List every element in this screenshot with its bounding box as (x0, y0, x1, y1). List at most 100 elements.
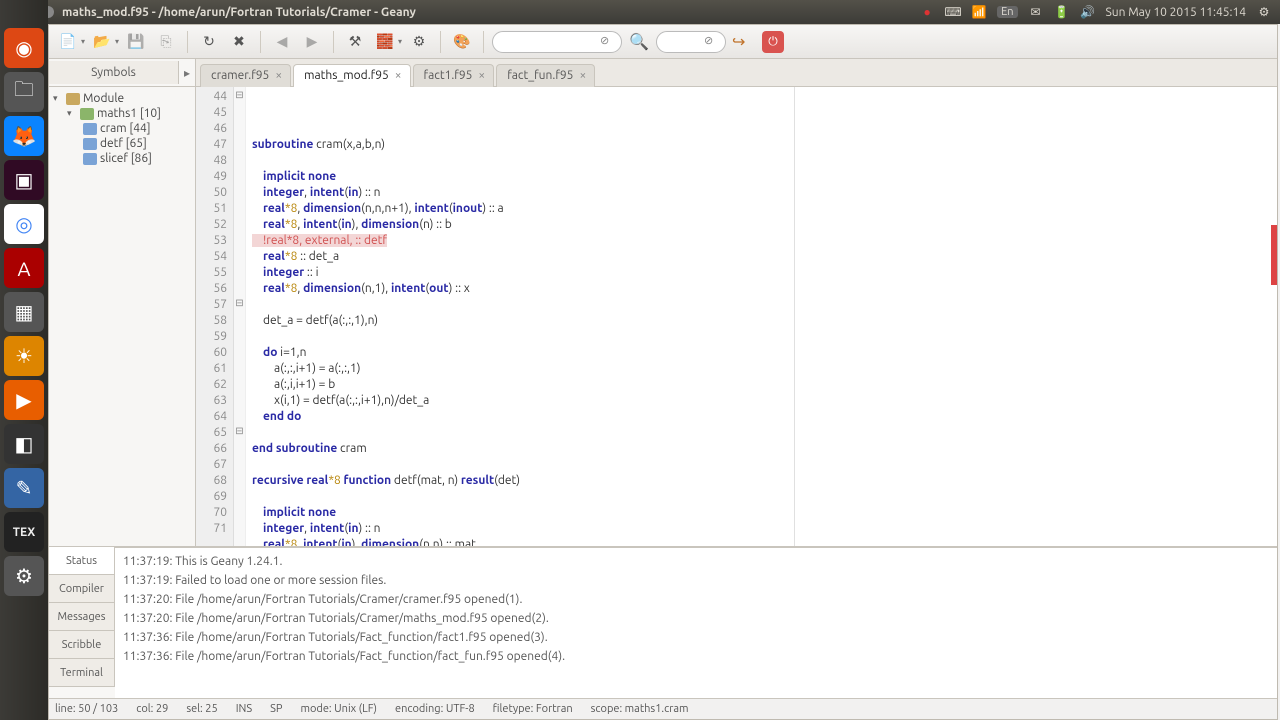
close-tab-icon[interactable]: × (275, 69, 282, 82)
toolbar: 📄▾ 📂▾ 💾 ⎘ ↻ ✖ ◀ ▶ ⚒ 🧱▾ ⚙ 🎨 ⊘ 🔍 ⊘ ↪ ⏻ (49, 25, 1277, 59)
message-content[interactable]: 11:37:19: This is Geany 1.24.1.11:37:19:… (115, 547, 1277, 698)
tree-module[interactable]: ▾maths1 [10] (53, 106, 193, 121)
tree-item-cram[interactable]: cram [44] (53, 121, 193, 136)
vlc-icon[interactable]: ▶ (4, 380, 44, 420)
file-tab-label: cramer.f95 (211, 69, 269, 82)
status-encoding: encoding: UTF-8 (395, 703, 475, 715)
line-number-gutter: 4445464748495051525354555657585960616263… (196, 87, 234, 546)
status-filetype: filetype: Fortran (493, 703, 573, 715)
firefox-icon[interactable]: 🦊 (4, 116, 44, 156)
app-icon-2[interactable]: ▦ (4, 292, 44, 332)
goto-button[interactable]: ↪ (732, 32, 752, 52)
sidebar: Symbols ▸ ▾Module ▾maths1 [10] cram [44]… (49, 59, 196, 546)
close-tab-icon[interactable]: × (395, 69, 402, 82)
color-picker-button[interactable]: 🎨 (449, 29, 475, 55)
record-icon[interactable]: ● (919, 4, 935, 20)
message-line: 11:37:20: File /home/arun/Fortran Tutori… (123, 609, 1269, 628)
message-pane: StatusCompilerMessagesScribbleTerminal 1… (49, 546, 1277, 698)
message-line: 11:37:36: File /home/arun/Fortran Tutori… (123, 628, 1269, 647)
nav-back-button[interactable]: ◀ (269, 29, 295, 55)
scrollbar-marker[interactable] (1271, 225, 1277, 285)
clear-search-icon[interactable]: ⊘ (600, 34, 616, 50)
sidebar-tab-more[interactable]: ▸ (179, 66, 195, 80)
file-tab-label: fact1.f95 (424, 69, 473, 82)
terminal-icon[interactable]: ▣ (4, 160, 44, 200)
search-field-wrap: ⊘ (492, 31, 622, 53)
status-ins: INS (236, 703, 252, 715)
status-scope: scope: maths1.cram (591, 703, 689, 715)
save-button[interactable]: 💾 (123, 29, 149, 55)
app-icon-3[interactable]: ☀ (4, 336, 44, 376)
open-file-button[interactable]: 📂 (89, 29, 115, 55)
message-tab-messages[interactable]: Messages (49, 603, 115, 631)
message-line: 11:37:36: File /home/arun/Fortran Tutori… (123, 647, 1269, 666)
unity-launcher: ◉ 🗀 🦊 ▣ ◎ A ▦ ☀ ▶ ◧ ✎ TEX ⚙ (0, 0, 48, 720)
settings-icon[interactable]: ⚙ (4, 556, 44, 596)
status-mode: mode: Unix (LF) (300, 703, 377, 715)
editor-area: cramer.f95×maths_mod.f95×fact1.f95×fact_… (196, 59, 1277, 546)
code-content[interactable]: subroutine cram(x,a,b,n) implicit none i… (246, 87, 1277, 546)
keyboard-icon[interactable]: ⌨ (945, 4, 961, 20)
file-tabs: cramer.f95×maths_mod.f95×fact1.f95×fact_… (196, 59, 1277, 87)
status-bar: line: 50 / 103 col: 29 sel: 25 INS SP mo… (49, 698, 1277, 719)
geany-window: 📄▾ 📂▾ 💾 ⎘ ↻ ✖ ◀ ▶ ⚒ 🧱▾ ⚙ 🎨 ⊘ 🔍 ⊘ ↪ ⏻ (48, 24, 1278, 720)
status-line: line: 50 / 103 (55, 703, 118, 715)
save-all-button[interactable]: ⎘ (153, 29, 179, 55)
message-tabs: StatusCompilerMessagesScribbleTerminal (49, 547, 115, 698)
status-col: col: 29 (136, 703, 168, 715)
wifi-icon[interactable]: 📶 (971, 4, 987, 20)
chrome-icon[interactable]: ◎ (4, 204, 44, 244)
message-line: 11:37:20: File /home/arun/Fortran Tutori… (123, 590, 1269, 609)
message-tab-terminal[interactable]: Terminal (49, 659, 115, 687)
tree-item-detf[interactable]: detf [65] (53, 136, 193, 151)
status-sel: sel: 25 (186, 703, 217, 715)
message-tab-compiler[interactable]: Compiler (49, 575, 115, 603)
file-tab-label: maths_mod.f95 (304, 69, 389, 82)
tree-root[interactable]: ▾Module (53, 91, 193, 106)
mail-icon[interactable]: ✉ (1028, 4, 1044, 20)
menubar: maths_mod.f95 - /home/arun/Fortran Tutor… (0, 0, 1280, 24)
quit-button[interactable]: ⏻ (762, 31, 784, 53)
file-tab[interactable]: maths_mod.f95 × (293, 64, 410, 87)
close-tab-icon[interactable]: × (579, 69, 586, 82)
message-tab-status[interactable]: Status (49, 547, 115, 575)
symbol-tree: ▾Module ▾maths1 [10] cram [44] detf [65]… (49, 87, 195, 170)
app-icon-5[interactable]: ✎ (4, 468, 44, 508)
gear-icon[interactable]: ⚙ (1256, 4, 1272, 20)
search-button[interactable]: 🔍 (626, 29, 652, 55)
file-tab-label: fact_fun.f95 (507, 69, 573, 82)
files-icon[interactable]: 🗀 (4, 72, 44, 112)
compile-button[interactable]: ⚒ (342, 29, 368, 55)
app-icon-4[interactable]: ◧ (4, 424, 44, 464)
sidebar-tab-symbols[interactable]: Symbols (49, 61, 179, 84)
close-tab-icon[interactable]: × (478, 69, 485, 82)
window-title: maths_mod.f95 - /home/arun/Fortran Tutor… (62, 6, 416, 19)
tree-item-slicef[interactable]: slicef [86] (53, 151, 193, 166)
clear-goto-icon[interactable]: ⊘ (704, 34, 720, 50)
fold-gutter[interactable]: ⊟⊟⊟ (234, 87, 246, 546)
goto-field-wrap: ⊘ (656, 31, 726, 53)
file-tab[interactable]: fact1.f95 × (413, 64, 495, 87)
right-margin-guide (794, 87, 795, 546)
tex-icon[interactable]: TEX (4, 512, 44, 552)
volume-icon[interactable]: 🔊 (1080, 4, 1096, 20)
message-line: 11:37:19: Failed to load one or more ses… (123, 571, 1269, 590)
message-tab-scribble[interactable]: Scribble (49, 631, 115, 659)
message-line: 11:37:19: This is Geany 1.24.1. (123, 552, 1269, 571)
nav-forward-button[interactable]: ▶ (299, 29, 325, 55)
reload-button[interactable]: ↻ (196, 29, 222, 55)
clock[interactable]: Sun May 10 2015 11:45:14 (1106, 6, 1246, 19)
dash-icon[interactable]: ◉ (4, 28, 44, 68)
status-sp: SP (270, 703, 282, 715)
code-editor[interactable]: 4445464748495051525354555657585960616263… (196, 87, 1277, 546)
build-button[interactable]: 🧱 (372, 29, 398, 55)
file-tab[interactable]: fact_fun.f95 × (496, 64, 595, 87)
close-file-button[interactable]: ✖ (226, 29, 252, 55)
run-button[interactable]: ⚙ (406, 29, 432, 55)
new-file-button[interactable]: 📄 (55, 29, 81, 55)
app-icon-1[interactable]: A (4, 248, 44, 288)
battery-icon[interactable]: 🔋 (1054, 4, 1070, 20)
language-indicator[interactable]: En (997, 6, 1017, 18)
system-indicators: ● ⌨ 📶 En ✉ 🔋 🔊 Sun May 10 2015 11:45:14 … (919, 4, 1280, 20)
file-tab[interactable]: cramer.f95 × (200, 64, 291, 87)
